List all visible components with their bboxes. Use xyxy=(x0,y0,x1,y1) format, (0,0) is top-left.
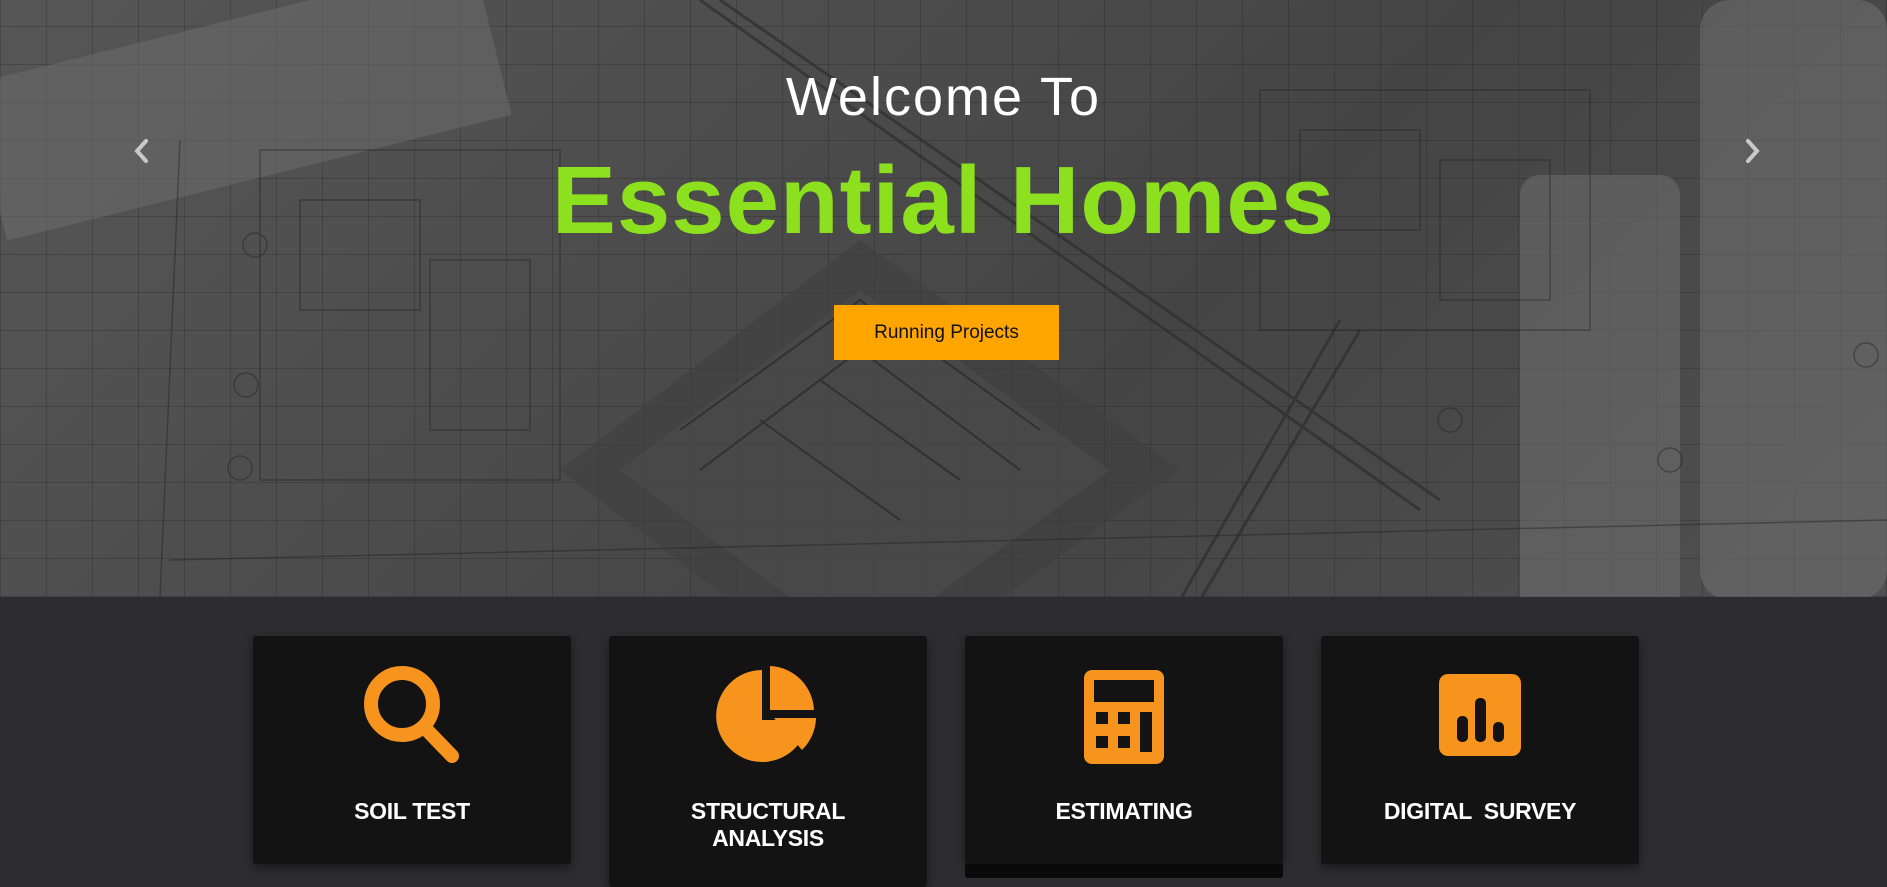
service-title: ESTIMATING xyxy=(1055,798,1193,824)
search-icon xyxy=(253,664,571,766)
bar-chart-icon xyxy=(1321,664,1639,766)
service-title: DIGITAL SURVEY xyxy=(1383,798,1577,824)
service-card-estimating[interactable]: ESTIMATING xyxy=(965,636,1283,878)
calculator-icon xyxy=(965,664,1283,766)
service-title: SOIL TEST xyxy=(354,798,470,824)
service-card-soil-test[interactable]: SOIL TEST xyxy=(253,636,571,864)
hero-welcome-text: Welcome To xyxy=(785,67,1102,127)
service-title: STRUCTURAL ANALYSIS xyxy=(690,798,846,851)
service-card-digital-survey[interactable]: DIGITAL SURVEY xyxy=(1321,636,1639,864)
hero-carousel: Welcome To Essential Homes Running Proje… xyxy=(0,0,1887,597)
hero-brand-title: Essential Homes xyxy=(551,147,1336,254)
pie-chart-icon xyxy=(609,664,927,766)
running-projects-button[interactable]: Running Projects xyxy=(834,305,1059,360)
service-card-structural-analysis[interactable]: STRUCTURAL ANALYSIS xyxy=(609,636,927,887)
